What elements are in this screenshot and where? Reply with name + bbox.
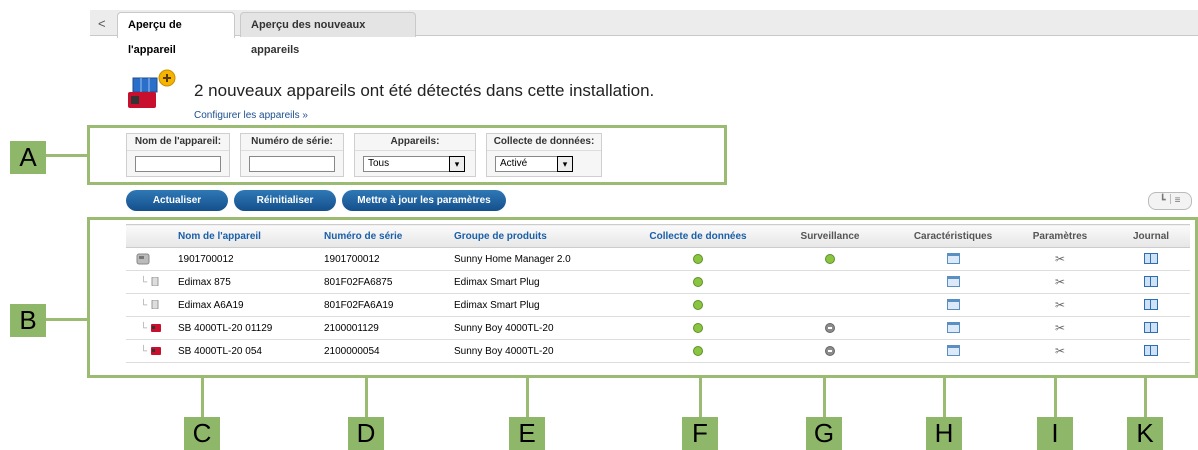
- back-chevron-icon[interactable]: <: [98, 16, 106, 31]
- callout-label-i: I: [1037, 417, 1073, 450]
- callout-line-d: [365, 378, 368, 420]
- view-toggle: ┗ ≡: [1148, 192, 1192, 210]
- update-settings-button[interactable]: Mettre à jour les paramètres: [342, 190, 506, 211]
- callout-line-g: [823, 378, 826, 420]
- configure-devices-link[interactable]: Configurer les appareils »: [194, 110, 308, 121]
- tab-device-overview[interactable]: Aperçu de l'appareil: [117, 12, 235, 56]
- callout-line-c: [201, 378, 204, 420]
- callout-line-e: [526, 378, 529, 420]
- callout-label-k: K: [1127, 417, 1163, 450]
- tree-view-icon[interactable]: ┗: [1160, 195, 1166, 206]
- reset-button[interactable]: Réinitialiser: [234, 190, 336, 211]
- callout-label-h: H: [926, 417, 962, 450]
- callout-box-b: [87, 217, 1198, 378]
- new-device-icon: [128, 69, 176, 108]
- list-view-icon[interactable]: ≡: [1175, 195, 1181, 206]
- callout-line-b: [46, 318, 87, 321]
- callout-label-f: F: [682, 417, 718, 450]
- callout-label-e: E: [509, 417, 545, 450]
- callout-label-c: C: [184, 417, 220, 450]
- tab-new-devices[interactable]: Aperçu des nouveaux appareils: [240, 12, 416, 56]
- page-title: 2 nouveaux appareils ont été détectés da…: [194, 81, 655, 100]
- callout-label-a: A: [10, 141, 46, 174]
- callout-line-h: [943, 378, 946, 420]
- refresh-button[interactable]: Actualiser: [126, 190, 228, 211]
- callout-box-a: [87, 125, 727, 185]
- callout-line-a: [46, 154, 87, 157]
- callout-label-g: G: [806, 417, 842, 450]
- callout-label-d: D: [348, 417, 384, 450]
- callout-line-f: [699, 378, 702, 420]
- callout-line-k: [1144, 378, 1147, 420]
- callout-label-b: B: [10, 304, 46, 337]
- callout-line-i: [1054, 378, 1057, 420]
